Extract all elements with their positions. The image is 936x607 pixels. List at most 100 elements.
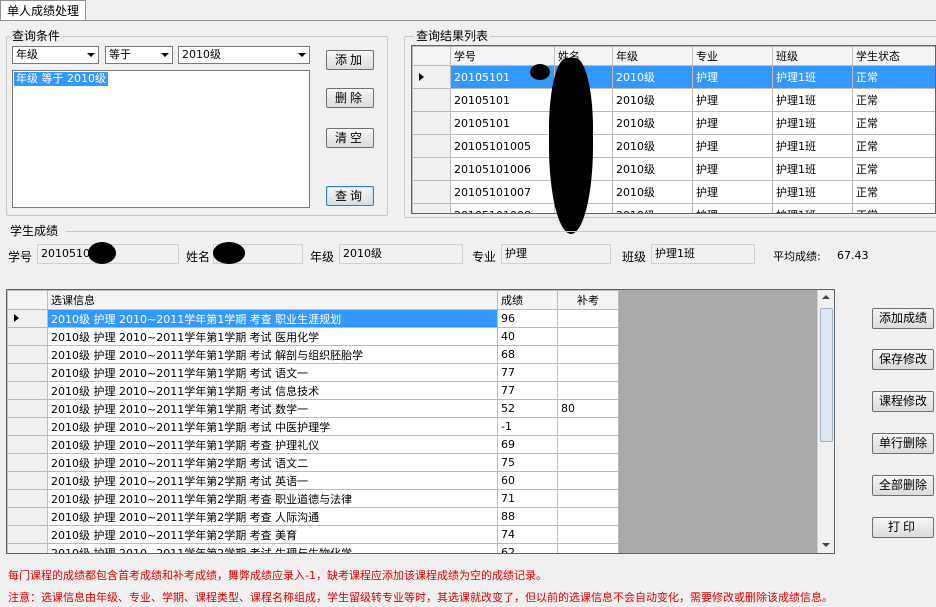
col-header[interactable]: 专业: [692, 46, 773, 66]
cell[interactable]: 77: [497, 363, 558, 382]
cell[interactable]: 2010级 护理 2010~2011学年第2学期 考试 英语一: [47, 471, 498, 490]
row-indicator[interactable]: [412, 203, 451, 213]
row-indicator[interactable]: [7, 417, 48, 436]
table-row[interactable]: 20105101007 2010级 护理 护理1班 正常: [412, 180, 935, 204]
cell[interactable]: 护理1班: [772, 203, 853, 213]
condition-list[interactable]: 年级 等于 2010级: [12, 70, 310, 208]
row-indicator[interactable]: [7, 363, 48, 382]
table-row[interactable]: 2010级 护理 2010~2011学年第2学期 考试 英语一 60: [7, 471, 619, 490]
cell[interactable]: -1: [497, 417, 558, 436]
row-indicator[interactable]: [412, 157, 451, 181]
table-row[interactable]: 2010级 护理 2010~2011学年第1学期 考试 信息技术 77: [7, 381, 619, 400]
print-button[interactable]: 打印: [872, 517, 934, 538]
table-row[interactable]: 20105101 2010级 护理 护理1班 正常: [412, 65, 935, 89]
cell[interactable]: 2010级 护理 2010~2011学年第2学期 考查 美育: [47, 525, 498, 544]
cell[interactable]: 40: [497, 327, 558, 346]
scores-scrollbar[interactable]: [817, 290, 834, 553]
table-row[interactable]: 2010级 护理 2010~2011学年第1学期 考试 医用化学 40: [7, 327, 619, 346]
cell[interactable]: 护理1班: [772, 180, 853, 204]
cell[interactable]: 20105101006: [450, 157, 555, 181]
cell[interactable]: 护理1班: [772, 134, 853, 158]
student-grade-field[interactable]: 2010级: [339, 244, 463, 264]
col-header[interactable]: 补考: [557, 290, 619, 310]
cell[interactable]: 正常: [852, 134, 935, 158]
cell[interactable]: [557, 381, 619, 400]
table-row[interactable]: 2010级 护理 2010~2011学年第1学期 考试 中医护理学 -1: [7, 417, 619, 436]
cell[interactable]: [557, 543, 619, 553]
cell[interactable]: [557, 471, 619, 490]
cell[interactable]: 2010级 护理 2010~2011学年第2学期 考试 生理与生物化学: [47, 543, 498, 553]
cell[interactable]: 71: [497, 489, 558, 508]
cell[interactable]: 正常: [852, 203, 935, 213]
cell[interactable]: 75: [497, 453, 558, 472]
table-row[interactable]: 20105101 2010级 护理 护理1班 正常: [412, 88, 935, 112]
col-header[interactable]: 选课信息: [47, 290, 498, 310]
cell[interactable]: 护理: [692, 88, 773, 112]
row-indicator[interactable]: [412, 65, 451, 89]
delete-button[interactable]: 删除: [326, 88, 374, 108]
cell[interactable]: 正常: [852, 65, 935, 89]
delete-all-button[interactable]: 全部删除: [872, 475, 934, 496]
operator-select[interactable]: 等于: [105, 46, 173, 64]
col-header[interactable]: 学生状态: [852, 46, 935, 66]
table-row[interactable]: 2010级 护理 2010~2011学年第1学期 考查 护理礼仪 69: [7, 435, 619, 454]
row-indicator[interactable]: [7, 327, 48, 346]
scroll-down-icon[interactable]: [822, 543, 830, 547]
cell[interactable]: 2010级 护理 2010~2011学年第2学期 考查 人际沟通: [47, 507, 498, 526]
cell[interactable]: [557, 489, 619, 508]
scroll-up-icon[interactable]: [822, 295, 830, 299]
results-grid[interactable]: 学号 姓名 年级 专业 班级 学生状态 20105101 2010级 护理 护理…: [411, 45, 936, 214]
cell[interactable]: 护理: [692, 134, 773, 158]
cell[interactable]: 20105101: [450, 111, 555, 135]
cell[interactable]: 护理1班: [772, 88, 853, 112]
cell[interactable]: 护理: [692, 157, 773, 181]
col-header[interactable]: 成绩: [497, 290, 558, 310]
cell[interactable]: 80: [557, 399, 619, 418]
student-class-field[interactable]: 护理1班: [651, 244, 755, 264]
search-button[interactable]: 查询: [326, 186, 374, 206]
cell[interactable]: 2010级: [612, 111, 693, 135]
cell[interactable]: 2010级: [612, 134, 693, 158]
cell[interactable]: [557, 417, 619, 436]
row-indicator[interactable]: [7, 381, 48, 400]
cell[interactable]: 2010级 护理 2010~2011学年第1学期 考试 信息技术: [47, 381, 498, 400]
course-edit-button[interactable]: 课程修改: [872, 391, 934, 412]
cell[interactable]: 2010级: [612, 180, 693, 204]
cell[interactable]: [557, 525, 619, 544]
row-indicator[interactable]: [7, 345, 48, 364]
table-row[interactable]: 2010级 护理 2010~2011学年第1学期 考查 职业生涯规划 96: [7, 309, 619, 328]
tab-single-score[interactable]: 单人成绩处理: [0, 0, 87, 21]
grade-select[interactable]: 2010级: [178, 46, 310, 64]
cell[interactable]: 69: [497, 435, 558, 454]
add-score-button[interactable]: 添加成绩: [872, 308, 934, 329]
scroll-thumb[interactable]: [820, 308, 833, 442]
cell[interactable]: [557, 435, 619, 454]
cell[interactable]: [557, 309, 619, 328]
table-row[interactable]: 2010级 护理 2010~2011学年第1学期 考试 语文一 77: [7, 363, 619, 382]
cell[interactable]: 正常: [852, 180, 935, 204]
cell[interactable]: 2010级: [612, 203, 693, 213]
cell[interactable]: 护理1班: [772, 65, 853, 89]
row-indicator[interactable]: [412, 134, 451, 158]
col-header[interactable]: 学号: [450, 46, 555, 66]
cell[interactable]: 2010级 护理 2010~2011学年第1学期 考试 中医护理学: [47, 417, 498, 436]
cell[interactable]: 正常: [852, 157, 935, 181]
cell[interactable]: 68: [497, 345, 558, 364]
table-row[interactable]: 2010级 护理 2010~2011学年第2学期 考查 美育 74: [7, 525, 619, 544]
cell[interactable]: 2010级 护理 2010~2011学年第1学期 考查 护理礼仪: [47, 435, 498, 454]
row-indicator[interactable]: [7, 471, 48, 490]
cell[interactable]: 20105101005: [450, 134, 555, 158]
cell[interactable]: [557, 345, 619, 364]
table-row[interactable]: 2010级 护理 2010~2011学年第2学期 考试 生理与生物化学 62: [7, 543, 619, 553]
col-header[interactable]: 年级: [612, 46, 693, 66]
cell[interactable]: 2010级 护理 2010~2011学年第1学期 考查 职业生涯规划: [47, 309, 498, 328]
cell[interactable]: 2010级: [612, 88, 693, 112]
table-row[interactable]: 2010级 护理 2010~2011学年第2学期 考试 语文二 75: [7, 453, 619, 472]
cell[interactable]: 74: [497, 525, 558, 544]
cell[interactable]: 20105101008: [450, 203, 555, 213]
cell[interactable]: 2010级 护理 2010~2011学年第1学期 考试 医用化学: [47, 327, 498, 346]
cell[interactable]: 88: [497, 507, 558, 526]
cell[interactable]: 护理: [692, 111, 773, 135]
cell[interactable]: [557, 507, 619, 526]
cell[interactable]: 护理1班: [772, 111, 853, 135]
